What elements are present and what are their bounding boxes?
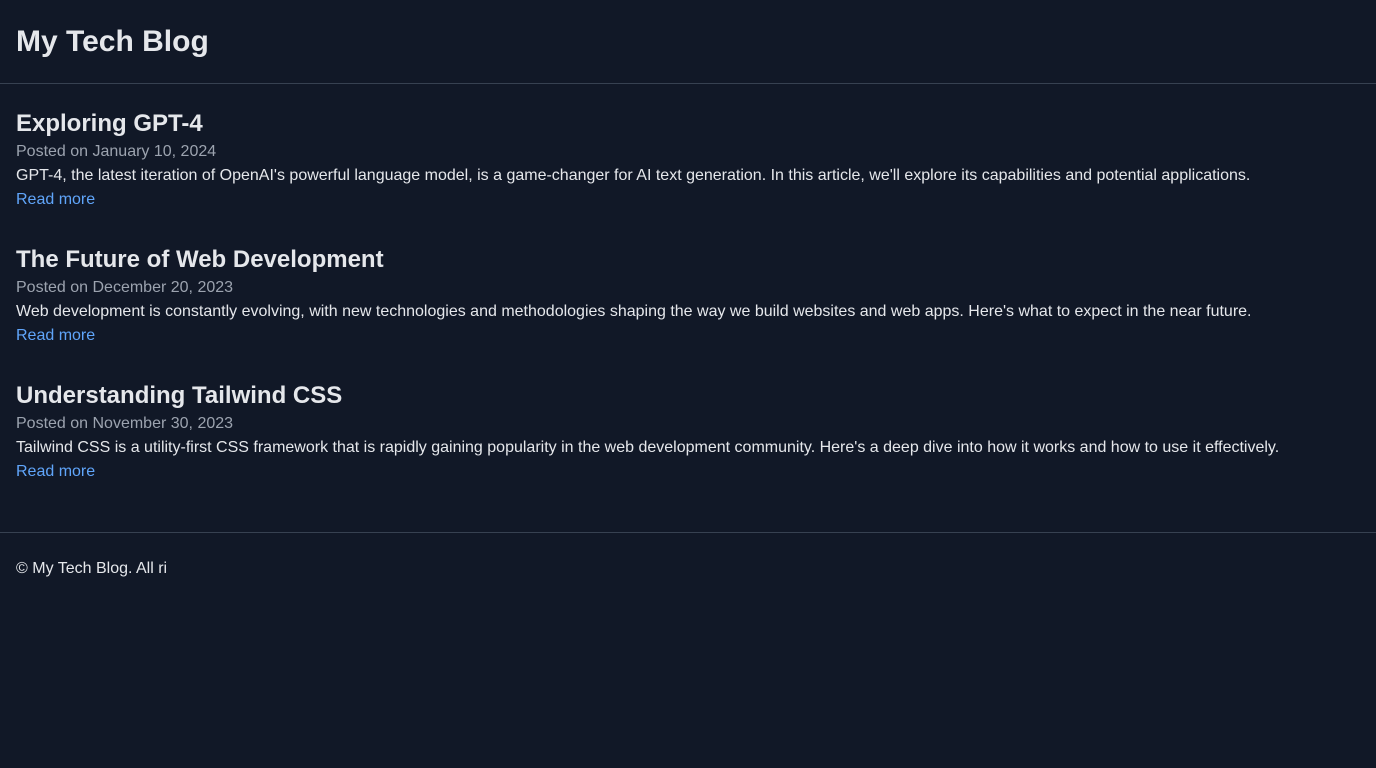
post-excerpt: Web development is constantly evolving, … [16, 303, 1252, 320]
post-list: Exploring GPT-4 Posted on January 10, 20… [0, 84, 1376, 533]
post-date: Posted on January 10, 2024 [16, 143, 217, 160]
copyright-text: © My Tech Blog. All ri [16, 560, 168, 577]
read-more-link[interactable]: Read more [16, 188, 95, 212]
post-title[interactable]: Understanding Tailwind CSS [16, 380, 1360, 412]
site-title: My Tech Blog [16, 24, 209, 58]
post-excerpt: GPT-4, the latest iteration of OpenAI's … [16, 167, 1251, 184]
post-title[interactable]: Exploring GPT-4 [16, 108, 1360, 140]
post-item: Understanding Tailwind CSS Posted on Nov… [16, 380, 1360, 484]
read-more-link[interactable]: Read more [16, 460, 95, 484]
post-date: Posted on November 30, 2023 [16, 415, 234, 432]
post-date: Posted on December 20, 2023 [16, 279, 234, 296]
post-item: The Future of Web Development Posted on … [16, 244, 1360, 348]
read-more-link[interactable]: Read more [16, 324, 95, 348]
post-excerpt: Tailwind CSS is a utility-first CSS fram… [16, 439, 1280, 456]
site-header: My Tech Blog [0, 0, 1376, 84]
post-title[interactable]: The Future of Web Development [16, 244, 1360, 276]
post-item: Exploring GPT-4 Posted on January 10, 20… [16, 108, 1360, 212]
site-footer: © My Tech Blog. All ri [0, 533, 1376, 605]
